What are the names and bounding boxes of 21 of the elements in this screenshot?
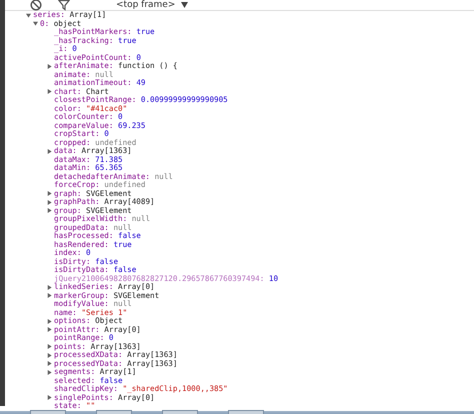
expanded-triangle-icon[interactable] — [26, 12, 31, 18]
collapsed-triangle-icon[interactable] — [47, 327, 52, 332]
collapsed-triangle-icon[interactable] — [47, 148, 52, 154]
collapsed-triangle-icon[interactable] — [47, 293, 52, 298]
collapsed-triangle-icon[interactable] — [47, 191, 52, 196]
expanded-triangle-icon[interactable] — [33, 21, 38, 26]
collapsed-triangle-icon[interactable] — [47, 318, 52, 324]
collapsed-triangle-icon[interactable] — [47, 361, 52, 366]
frame-selector[interactable]: <top frame> — [116, 0, 176, 10]
collapsed-triangle-icon[interactable] — [47, 395, 52, 400]
collapsed-triangle-icon[interactable] — [47, 344, 52, 350]
collapsed-triangle-icon[interactable] — [47, 64, 52, 69]
collapsed-triangle-icon[interactable] — [47, 89, 52, 94]
collapsed-triangle-icon[interactable] — [47, 370, 52, 375]
collapsed-triangle-icon[interactable] — [47, 208, 52, 214]
clear-icon[interactable] — [30, 0, 42, 11]
collapsed-triangle-icon[interactable] — [47, 200, 52, 205]
filter-icon[interactable] — [58, 0, 70, 11]
caret-icon[interactable] — [181, 2, 188, 8]
collapsed-triangle-icon[interactable] — [47, 284, 52, 290]
collapsed-triangle-icon[interactable] — [47, 352, 52, 358]
